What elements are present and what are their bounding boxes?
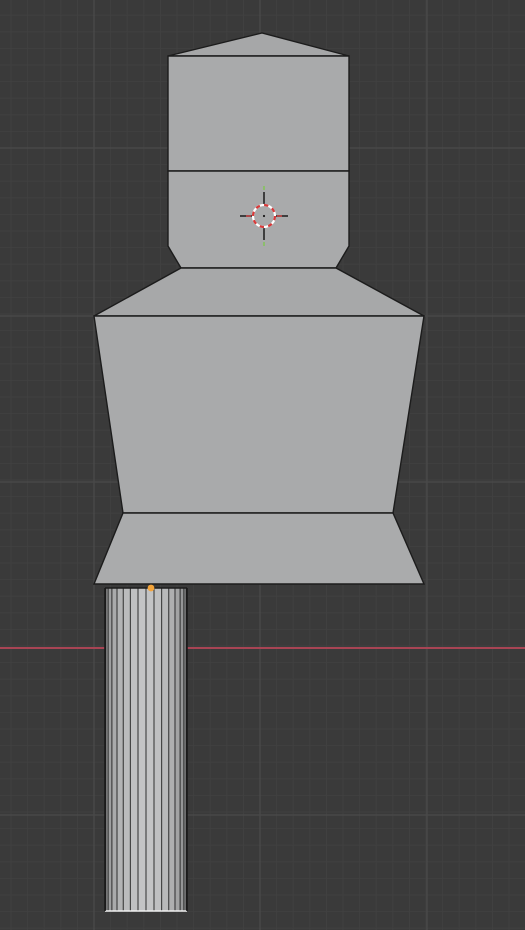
cylinder-face	[180, 588, 184, 911]
cylinder-face	[153, 588, 162, 911]
cylinder-face	[168, 588, 175, 911]
cylinder-face	[161, 588, 169, 911]
viewport-canvas[interactable]	[0, 0, 525, 930]
cylinder-face	[130, 588, 139, 911]
cylinder-face	[108, 588, 112, 911]
cursor-center-dot	[262, 214, 266, 218]
head-upper-face[interactable]	[167, 55, 350, 172]
selected-vertex[interactable]	[147, 584, 155, 592]
cylinder-face	[138, 588, 146, 911]
cylinder-face	[146, 588, 154, 911]
3d-viewport[interactable]	[0, 0, 525, 930]
base-face[interactable]	[92, 512, 426, 585]
cylinder-face	[123, 588, 131, 911]
cylinder-leg-mesh[interactable]	[104, 584, 188, 912]
torso-face[interactable]	[93, 315, 425, 514]
cylinder-face	[117, 588, 124, 911]
cylinder-face	[111, 588, 118, 911]
cylinder-face	[174, 588, 181, 911]
head-lower-face[interactable]	[167, 170, 350, 269]
